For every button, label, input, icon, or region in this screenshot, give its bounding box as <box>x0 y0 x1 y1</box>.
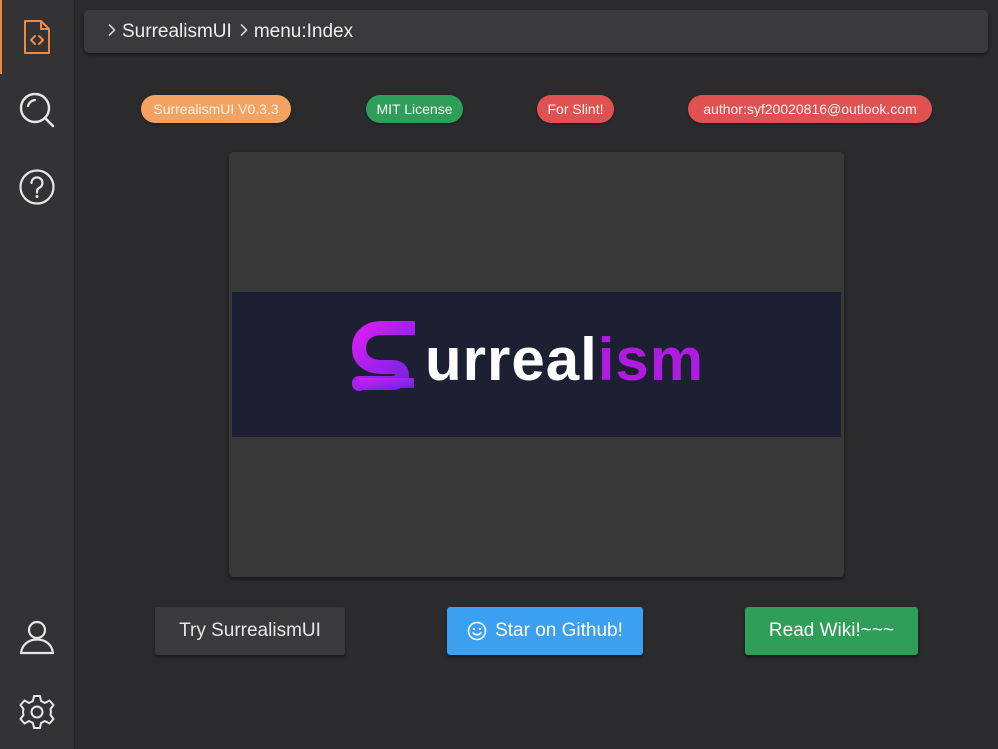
logo-card: urrealism <box>229 152 844 577</box>
breadcrumb-label: menu:Index <box>253 20 354 42</box>
sidebar-item-code[interactable] <box>0 0 74 74</box>
code-file-icon <box>22 19 52 55</box>
slint-tag: For Slint! <box>537 95 614 123</box>
sidebar-item-help[interactable] <box>0 150 74 224</box>
logo-s-mark <box>352 321 420 391</box>
sidebar-item-search[interactable] <box>0 73 74 147</box>
version-tag: SurrealismUI V0.3.3 <box>141 95 291 123</box>
button-label: Star on Github! <box>495 620 623 641</box>
smile-icon <box>467 621 487 641</box>
breadcrumb-item-surrealismui[interactable]: SurrealismUI <box>108 21 232 43</box>
author-tag: author:syf20020816@outlook.com <box>688 95 932 123</box>
logo-banner: urrealism <box>232 292 841 437</box>
sidebar-item-user[interactable] <box>0 600 74 674</box>
help-icon <box>18 168 56 206</box>
app-window: SurrealismUI menu:Index SurrealismUI V0.… <box>0 0 998 749</box>
chevron-right-icon <box>240 23 248 40</box>
logo-text-purple: ism <box>598 326 704 393</box>
try-surrealismui-button[interactable]: Try SurrealismUI <box>155 607 345 655</box>
logo-text-white: urreal <box>425 326 598 393</box>
surrealism-logo: urrealism <box>352 321 704 393</box>
button-label: Try SurrealismUI <box>179 620 321 641</box>
breadcrumb-item-menu-index[interactable]: menu:Index <box>240 21 353 43</box>
read-wiki-button[interactable]: Read Wiki!~~~ <box>745 607 918 655</box>
breadcrumb-label: SurrealismUI <box>122 20 232 42</box>
search-icon <box>18 91 56 129</box>
user-icon <box>18 618 56 656</box>
svg-text:urrealism: urrealism <box>425 326 704 393</box>
breadcrumb: SurrealismUI menu:Index <box>84 10 988 53</box>
star-on-github-button[interactable]: Star on Github! <box>447 607 643 655</box>
license-tag: MIT License <box>366 95 463 123</box>
settings-icon <box>18 693 56 731</box>
sidebar <box>0 0 75 749</box>
chevron-right-icon <box>108 23 116 40</box>
sidebar-item-settings[interactable] <box>0 675 74 749</box>
button-label: Read Wiki!~~~ <box>768 620 895 641</box>
